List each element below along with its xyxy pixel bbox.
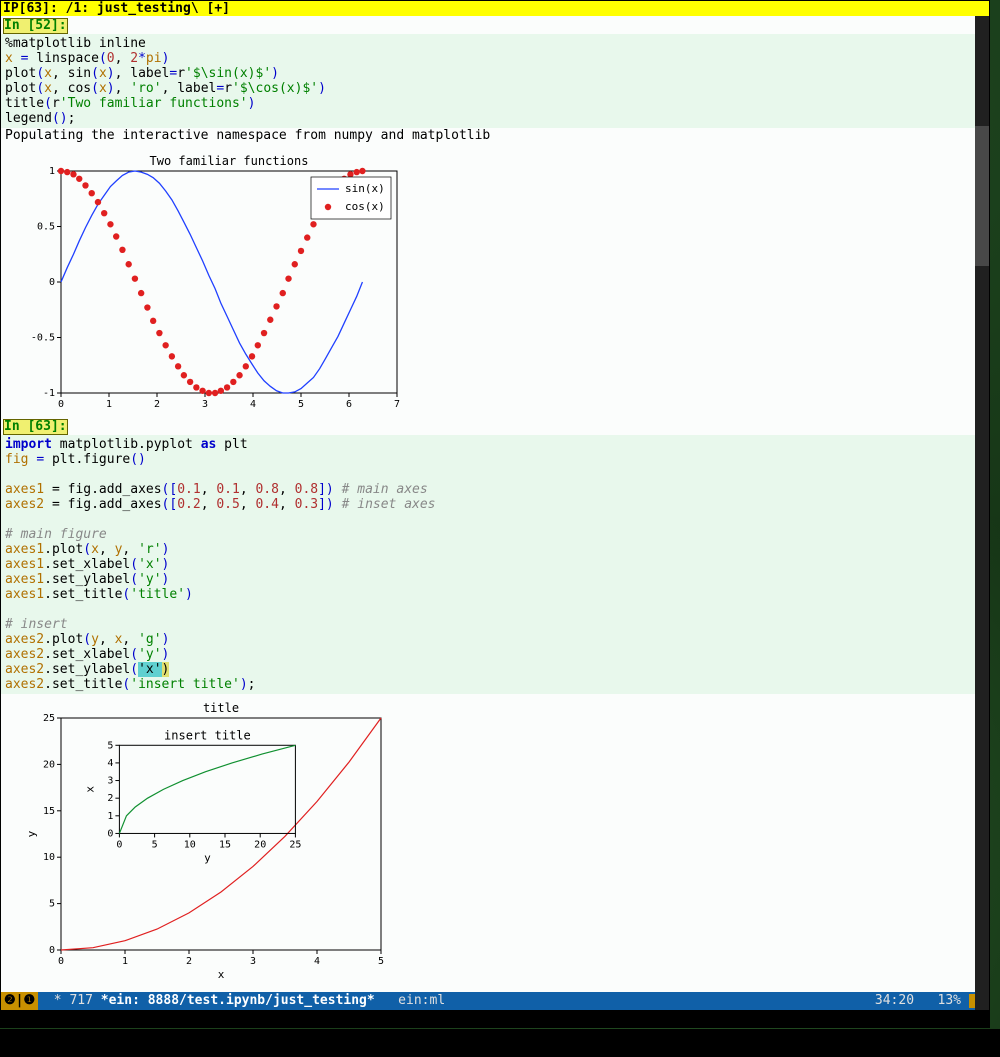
svg-text:y: y <box>25 830 38 837</box>
svg-text:25: 25 <box>289 839 301 850</box>
svg-text:3: 3 <box>250 956 256 967</box>
svg-text:5: 5 <box>378 956 384 967</box>
svg-text:x: x <box>218 968 225 981</box>
scrollbar-thumb[interactable] <box>975 126 989 266</box>
svg-text:3: 3 <box>107 776 113 787</box>
svg-text:1: 1 <box>106 399 112 410</box>
svg-text:insert title: insert title <box>164 728 251 742</box>
svg-text:20: 20 <box>43 759 55 770</box>
svg-text:y: y <box>204 851 211 864</box>
notebook-buffer[interactable]: In [52]: %matplotlib inline x = linspace… <box>1 16 989 1010</box>
plot-title-inset: 0 1 2 3 4 5 0 5 10 15 20 25 title x y 0 5 10 15 20 25 0 1 2 3 4 5 i… <box>1 694 989 987</box>
cell-output-52: Populating the interactive namespace fro… <box>1 128 989 145</box>
svg-text:4: 4 <box>314 956 320 967</box>
svg-text:x: x <box>83 786 96 793</box>
svg-text:0: 0 <box>58 956 64 967</box>
svg-text:1: 1 <box>107 811 113 822</box>
svg-text:1: 1 <box>122 956 128 967</box>
svg-text:0: 0 <box>107 828 113 839</box>
svg-text:0: 0 <box>49 945 55 956</box>
svg-text:5: 5 <box>152 839 158 850</box>
svg-text:-1: -1 <box>43 388 55 399</box>
cell-prompt-52: In [52]: <box>3 18 68 34</box>
svg-text:5: 5 <box>49 899 55 910</box>
svg-text:0: 0 <box>58 399 64 410</box>
svg-text:2: 2 <box>186 956 192 967</box>
svg-text:10: 10 <box>43 852 55 863</box>
svg-text:20: 20 <box>254 839 266 850</box>
svg-text:6: 6 <box>346 399 352 410</box>
svg-text:-0.5: -0.5 <box>31 333 55 344</box>
svg-text:15: 15 <box>43 806 55 817</box>
svg-text:cos(x): cos(x) <box>345 200 385 213</box>
svg-text:3: 3 <box>202 399 208 410</box>
emacs-frame: IP[63]: /1: just_testing\ [+] In [52]: %… <box>0 0 990 1028</box>
svg-text:0: 0 <box>116 839 122 850</box>
svg-text:4: 4 <box>250 399 256 410</box>
svg-text:4: 4 <box>107 758 113 769</box>
svg-text:2: 2 <box>154 399 160 410</box>
desktop-root: IP[63]: /1: just_testing\ [+] In [52]: %… <box>0 0 1000 1057</box>
svg-text:7: 7 <box>394 399 400 410</box>
evil-state-indicator: ❷|❶ <box>1 992 38 1010</box>
cell-prompt-63: In [63]: <box>3 419 68 435</box>
minibuffer[interactable] <box>0 1029 1000 1057</box>
plot-two-familiar-functions: 0 1 2 3 4 5 6 7 -1 -0.5 0 0.5 1 Two familiar function… <box>1 145 989 417</box>
svg-text:25: 25 <box>43 713 55 724</box>
svg-text:10: 10 <box>184 839 196 850</box>
svg-text:Two familiar functions: Two familiar functions <box>150 154 309 168</box>
svg-text:0.5: 0.5 <box>37 222 55 233</box>
svg-text:15: 15 <box>219 839 231 850</box>
buffer-name: *ein: 8888/test.ipynb/just_testing* <box>101 992 375 1010</box>
svg-text:0: 0 <box>49 277 55 288</box>
code-cell-63[interactable]: import matplotlib.pyplot as plt fig = pl… <box>1 435 989 694</box>
svg-text:2: 2 <box>107 793 113 804</box>
mode-line: ❷|❶ * 717 *ein: 8888/test.ipynb/just_tes… <box>1 992 989 1010</box>
cursor-position: 34:20 <box>875 992 914 1010</box>
svg-text:sin(x): sin(x) <box>345 182 385 195</box>
code-cell-52[interactable]: %matplotlib inline x = linspace(0, 2*pi)… <box>1 34 989 128</box>
scrollbar[interactable] <box>975 16 989 1010</box>
svg-text:5: 5 <box>107 740 113 751</box>
svg-text:1: 1 <box>49 166 55 177</box>
svg-text:title: title <box>203 701 239 715</box>
window-title: IP[63]: /1: just_testing\ [+] <box>1 1 989 16</box>
svg-text:5: 5 <box>298 399 304 410</box>
